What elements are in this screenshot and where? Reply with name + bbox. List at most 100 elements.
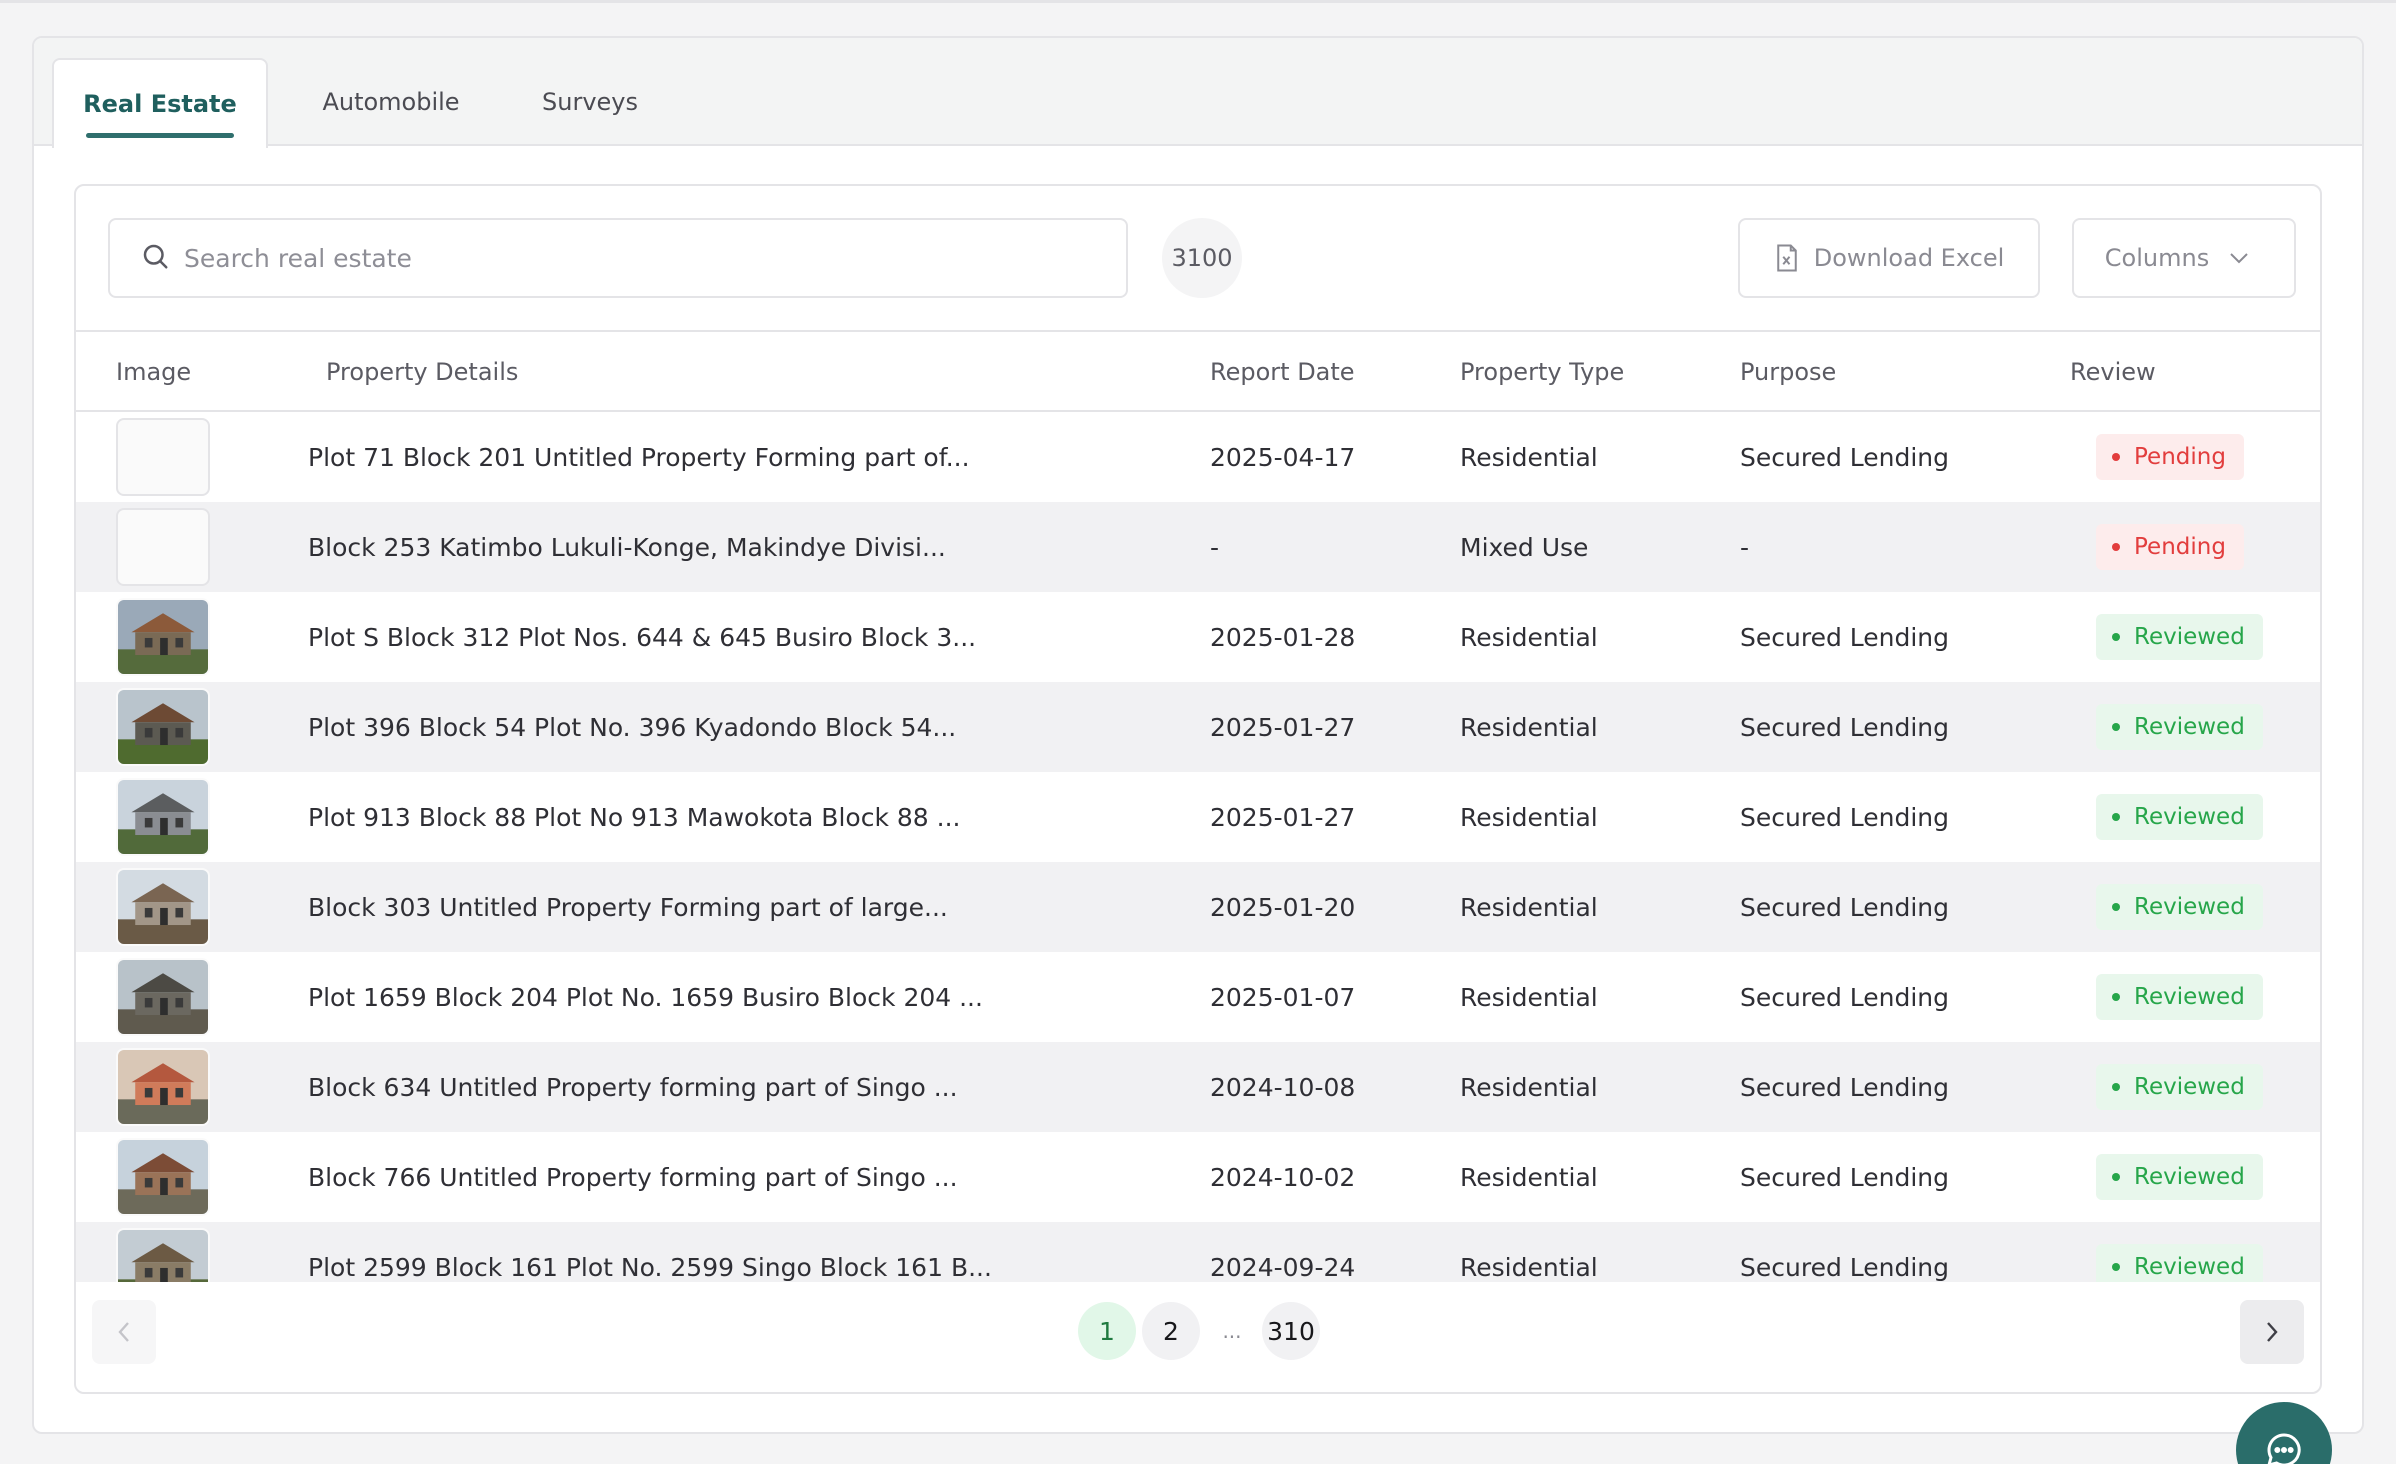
header-report-date: Report Date (1210, 358, 1355, 386)
cell-purpose: Secured Lending (1740, 892, 1950, 922)
prev-page-button[interactable] (92, 1300, 156, 1364)
property-panel: Real Estate Automobile Surveys 3100 Down (32, 36, 2364, 1434)
review-status-label: Reviewed (2134, 714, 2245, 740)
review-status-label: Reviewed (2134, 1164, 2245, 1190)
review-status-badge: Pending (2096, 524, 2244, 570)
property-thumbnail[interactable] (116, 688, 210, 766)
table-row[interactable]: Block 766 Untitled Property forming part… (76, 1132, 2320, 1222)
review-status-badge: Reviewed (2096, 1244, 2263, 1282)
cell-property-type: Residential (1460, 442, 1598, 472)
chevron-right-icon (2267, 1322, 2278, 1342)
property-thumbnail[interactable] (116, 1048, 210, 1126)
property-thumbnail[interactable] (116, 598, 210, 676)
property-thumbnail[interactable] (116, 868, 210, 946)
header-property-type: Property Type (1460, 358, 1625, 386)
table-row[interactable]: Block 634 Untitled Property forming part… (76, 1042, 2320, 1132)
property-thumbnail[interactable] (116, 958, 210, 1036)
review-status-label: Reviewed (2134, 804, 2245, 830)
table-row[interactable]: Plot S Block 312 Plot Nos. 644 & 645 Bus… (76, 592, 2320, 682)
cell-property-details: Plot 396 Block 54 Plot No. 396 Kyadondo … (308, 712, 957, 742)
status-dot-icon (2112, 1083, 2120, 1091)
header-review: Review (2070, 358, 2156, 386)
property-thumbnail[interactable] (116, 778, 210, 856)
next-page-button[interactable] (2240, 1300, 2304, 1364)
page-button-1[interactable]: 1 (1078, 1302, 1136, 1360)
tab-real-estate[interactable]: Real Estate (52, 58, 268, 148)
table-row[interactable]: Plot 71 Block 201 Untitled Property Form… (76, 412, 2320, 502)
download-excel-button[interactable]: Download Excel (1738, 218, 2040, 298)
cell-report-date: 2024-10-02 (1210, 1162, 1356, 1192)
table-header: Image Property Details Report Date Prope… (76, 332, 2320, 412)
cell-purpose: Secured Lending (1740, 802, 1950, 832)
page-button-2[interactable]: 2 (1142, 1302, 1200, 1360)
page-ellipsis: ... (1222, 1319, 1242, 1343)
columns-dropdown[interactable]: Columns (2072, 218, 2296, 298)
header-property-details: Property Details (326, 358, 519, 386)
result-count-badge: 3100 (1162, 218, 1242, 298)
search-box[interactable] (108, 218, 1128, 298)
cell-property-details: Plot S Block 312 Plot Nos. 644 & 645 Bus… (308, 622, 977, 652)
tab-surveys[interactable]: Surveys (520, 58, 660, 146)
excel-file-icon (1777, 244, 1797, 272)
review-status-badge: Pending (2096, 434, 2244, 480)
search-icon (140, 241, 170, 275)
table-body: Plot 71 Block 201 Untitled Property Form… (76, 412, 2320, 1282)
cell-report-date: 2025-01-07 (1210, 982, 1356, 1012)
tab-label: Automobile (322, 88, 460, 116)
property-thumbnail[interactable] (116, 1138, 210, 1216)
search-input[interactable] (184, 243, 1084, 273)
review-status-badge: Reviewed (2096, 974, 2263, 1020)
cell-property-details: Plot 1659 Block 204 Plot No. 1659 Busiro… (308, 982, 983, 1012)
top-divider (0, 0, 2396, 3)
pagination: 1 2 ... 310 (76, 1282, 2320, 1392)
cell-property-type: Residential (1460, 802, 1598, 832)
table-card: 3100 Download Excel Columns Image Proper… (74, 184, 2322, 1394)
review-status-label: Reviewed (2134, 1254, 2245, 1280)
review-status-label: Pending (2134, 534, 2226, 560)
cell-report-date: 2025-01-27 (1210, 802, 1356, 832)
download-excel-label: Download Excel (1813, 244, 2005, 272)
chevron-left-icon (118, 1322, 129, 1342)
table-toolbar: 3100 Download Excel Columns (76, 186, 2320, 332)
cell-report-date: 2024-09-24 (1210, 1252, 1356, 1282)
tab-bar: Real Estate Automobile Surveys (34, 38, 2362, 148)
cell-report-date: 2025-01-27 (1210, 712, 1356, 742)
chat-icon (2267, 1433, 2301, 1464)
table-row[interactable]: Block 303 Untitled Property Forming part… (76, 862, 2320, 952)
property-thumbnail-placeholder[interactable] (116, 418, 210, 496)
cell-property-details: Plot 2599 Block 161 Plot No. 2599 Singo … (308, 1252, 992, 1282)
tab-automobile[interactable]: Automobile (296, 58, 486, 146)
cell-property-type: Residential (1460, 712, 1598, 742)
table-row[interactable]: Plot 913 Block 88 Plot No 913 Mawokota B… (76, 772, 2320, 862)
status-dot-icon (2112, 1263, 2120, 1271)
cell-purpose: Secured Lending (1740, 442, 1950, 472)
chevron-down-icon (2230, 253, 2248, 264)
review-status-label: Reviewed (2134, 624, 2245, 650)
cell-purpose: Secured Lending (1740, 982, 1950, 1012)
cell-report-date: - (1210, 532, 1220, 562)
status-dot-icon (2112, 543, 2120, 551)
status-dot-icon (2112, 723, 2120, 731)
cell-purpose: Secured Lending (1740, 1072, 1950, 1102)
status-dot-icon (2112, 633, 2120, 641)
table-row[interactable]: Plot 1659 Block 204 Plot No. 1659 Busiro… (76, 952, 2320, 1042)
cell-property-type: Residential (1460, 622, 1598, 652)
review-status-label: Reviewed (2134, 1074, 2245, 1100)
property-thumbnail[interactable] (116, 1228, 210, 1282)
table-row[interactable]: Block 253 Katimbo Lukuli-Konge, Makindye… (76, 502, 2320, 592)
property-thumbnail-placeholder[interactable] (116, 508, 210, 586)
review-status-badge: Reviewed (2096, 794, 2263, 840)
cell-report-date: 2025-04-17 (1210, 442, 1356, 472)
table-row[interactable]: Plot 396 Block 54 Plot No. 396 Kyadondo … (76, 682, 2320, 772)
cell-property-details: Block 303 Untitled Property Forming part… (308, 892, 948, 922)
table-row[interactable]: Plot 2599 Block 161 Plot No. 2599 Singo … (76, 1222, 2320, 1282)
cell-property-type: Residential (1460, 1072, 1598, 1102)
page-button-310[interactable]: 310 (1262, 1302, 1320, 1360)
status-dot-icon (2112, 993, 2120, 1001)
cell-property-type: Residential (1460, 892, 1598, 922)
status-dot-icon (2112, 453, 2120, 461)
review-status-label: Pending (2134, 444, 2226, 470)
header-purpose: Purpose (1740, 358, 1837, 386)
status-dot-icon (2112, 903, 2120, 911)
active-tab-indicator (86, 133, 234, 138)
